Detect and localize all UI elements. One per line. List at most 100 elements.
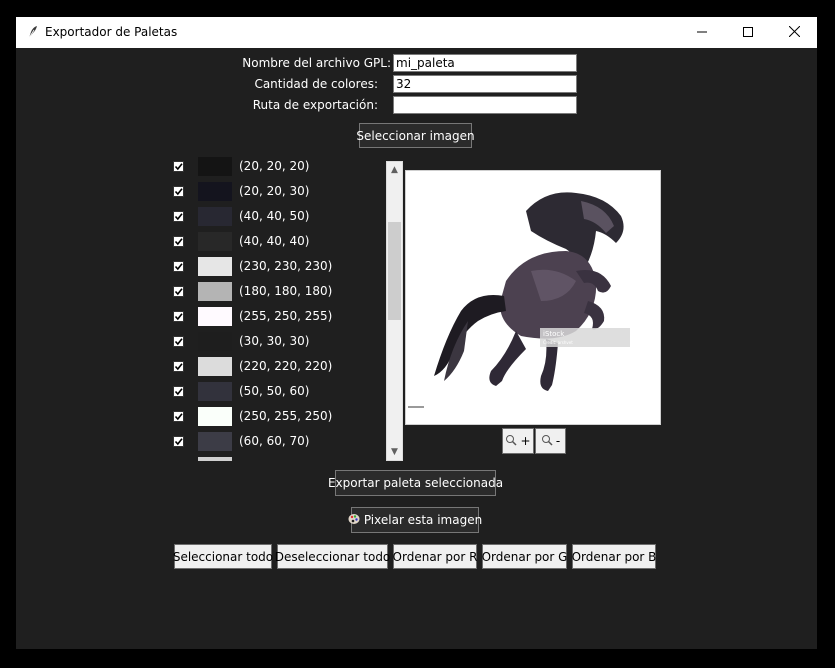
close-icon <box>788 25 800 40</box>
color-swatch <box>198 432 232 451</box>
deselect-all-button[interactable]: Deseleccionar todo <box>275 544 390 569</box>
palette-checkbox[interactable] <box>173 161 184 172</box>
palette-row[interactable]: (255, 250, 255) <box>166 305 394 330</box>
app-window: Exportador de Paletas Nombre del archivo… <box>16 17 817 649</box>
zoom-out-button[interactable]: - <box>535 428 566 454</box>
horse-image: iStock Credit: arshvet <box>406 171 660 424</box>
rgb-label: (180, 180, 180) <box>239 284 333 298</box>
checkmark-icon <box>174 263 183 271</box>
checkmark-icon <box>174 238 183 246</box>
checkmark-icon <box>174 363 183 371</box>
rgb-label: (250, 255, 250) <box>239 409 333 423</box>
sort-r-button[interactable]: Ordenar por R <box>393 544 477 569</box>
palette-row[interactable]: (60, 60, 70) <box>166 430 394 455</box>
rgb-label: (220, 220, 220) <box>239 359 333 373</box>
minimize-button[interactable] <box>679 17 725 48</box>
palette-icon <box>348 513 360 528</box>
sort-b-button[interactable]: Ordenar por B <box>572 544 656 569</box>
palette-checkbox[interactable] <box>173 336 184 347</box>
palette-row[interactable] <box>166 455 394 461</box>
palette-checkbox[interactable] <box>173 411 184 422</box>
color-swatch <box>198 307 232 326</box>
palette-checkbox[interactable] <box>173 361 184 372</box>
rgb-label: (20, 20, 20) <box>239 159 310 173</box>
checkmark-icon <box>174 163 183 171</box>
watermark-credit: Credit: arshvet <box>543 340 573 345</box>
export-palette-button[interactable]: Exportar paleta seleccionada <box>328 470 503 496</box>
checkmark-icon <box>174 413 183 421</box>
palette-row[interactable]: (250, 255, 250) <box>166 405 394 430</box>
palette-checkbox[interactable] <box>173 186 184 197</box>
pixelate-label: Pixelar esta imagen <box>363 513 483 527</box>
color-swatch <box>198 282 232 301</box>
color-swatch <box>198 182 232 201</box>
palette-checkbox[interactable] <box>173 286 184 297</box>
palette-row[interactable]: (30, 30, 30) <box>166 330 394 355</box>
rgb-label: (30, 30, 30) <box>239 334 310 348</box>
window-title: Exportador de Paletas <box>45 25 178 39</box>
checkmark-icon <box>174 313 183 321</box>
palette-row[interactable]: (180, 180, 180) <box>166 280 394 305</box>
export-path-field[interactable] <box>393 96 577 114</box>
scroll-down-icon[interactable]: ▼ <box>388 445 401 459</box>
palette-checkbox[interactable] <box>173 261 184 272</box>
rgb-label: (50, 50, 60) <box>239 384 310 398</box>
color-swatch <box>198 207 232 226</box>
color-count-field[interactable]: 32 <box>393 75 577 93</box>
magnifier-icon <box>541 434 553 449</box>
scrollbar-thumb[interactable] <box>388 222 401 320</box>
palette-row[interactable]: (40, 40, 40) <box>166 230 394 255</box>
palette-row[interactable]: (20, 20, 30) <box>166 180 394 205</box>
palette-row[interactable]: (20, 20, 20) <box>166 155 394 180</box>
checkmark-icon <box>174 438 183 446</box>
rgb-label: (20, 20, 30) <box>239 184 310 198</box>
maximize-button[interactable] <box>725 17 771 48</box>
export-path-label: Ruta de exportación: <box>252 98 378 112</box>
close-button[interactable] <box>771 17 817 48</box>
color-count-label: Cantidad de colores: <box>254 77 378 91</box>
palette-checkbox[interactable] <box>173 386 184 397</box>
palette-scrollbar[interactable]: ▲ ▼ <box>386 161 403 461</box>
zoom-out-label: - <box>555 434 561 448</box>
color-swatch <box>198 157 232 176</box>
rgb-label: (230, 230, 230) <box>239 259 333 273</box>
palette-row[interactable]: (50, 50, 60) <box>166 380 394 405</box>
color-swatch <box>198 407 232 426</box>
checkmark-icon <box>174 188 183 196</box>
rgb-label: (60, 60, 70) <box>239 434 310 448</box>
palette-row[interactable]: (230, 230, 230) <box>166 255 394 280</box>
palette-checkbox[interactable] <box>173 311 184 322</box>
color-swatch <box>198 457 232 461</box>
zoom-in-label: + <box>520 434 531 448</box>
gpl-name-label: Nombre del archivo GPL: <box>242 56 391 70</box>
maximize-icon <box>743 26 753 40</box>
select-all-button[interactable]: Seleccionar todo <box>173 544 273 569</box>
feather-icon <box>26 25 40 39</box>
pixelate-button[interactable]: Pixelar esta imagen <box>348 507 483 533</box>
zoom-in-button[interactable]: + <box>502 428 534 454</box>
color-swatch <box>198 332 232 351</box>
palette-list: (20, 20, 20) (20, 20, 30) (40, 40, 50) (40,… <box>166 155 394 461</box>
color-swatch <box>198 357 232 376</box>
color-swatch <box>198 257 232 276</box>
rgb-label: (40, 40, 40) <box>239 234 310 248</box>
scroll-up-icon[interactable]: ▲ <box>388 163 401 177</box>
palette-row[interactable]: (40, 40, 50) <box>166 205 394 230</box>
watermark-text: iStock <box>543 330 565 338</box>
sort-g-button[interactable]: Ordenar por G <box>482 544 567 569</box>
color-swatch <box>198 232 232 251</box>
checkmark-icon <box>174 288 183 296</box>
palette-checkbox[interactable] <box>173 436 184 447</box>
gpl-name-field[interactable]: mi_paleta <box>393 54 577 72</box>
palette-checkbox[interactable] <box>173 211 184 222</box>
rgb-label: (255, 250, 255) <box>239 309 333 323</box>
checkmark-icon <box>174 388 183 396</box>
checkmark-icon <box>174 213 183 221</box>
checkmark-icon <box>174 338 183 346</box>
image-preview: iStock Credit: arshvet <box>405 170 661 425</box>
select-image-button[interactable]: Seleccionar imagen <box>356 123 475 148</box>
minimize-icon <box>697 26 707 40</box>
title-bar: Exportador de Paletas <box>16 17 817 48</box>
palette-row[interactable]: (220, 220, 220) <box>166 355 394 380</box>
palette-checkbox[interactable] <box>173 236 184 247</box>
